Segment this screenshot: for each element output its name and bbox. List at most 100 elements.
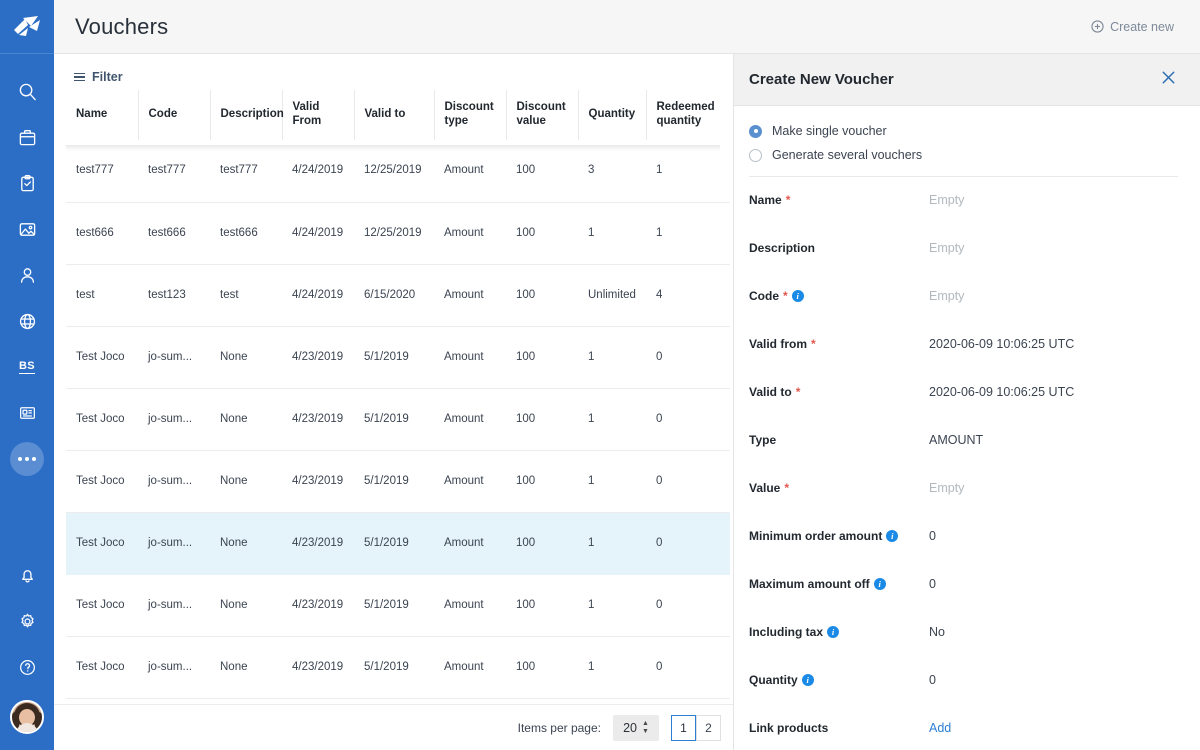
close-icon[interactable] xyxy=(1159,68,1178,92)
radio-generate-several-vouchers[interactable]: Generate several vouchers xyxy=(749,148,1178,162)
user-avatar[interactable] xyxy=(10,700,44,734)
info-icon[interactable]: i xyxy=(874,578,886,590)
cell-valid_to: 5/1/2019 xyxy=(354,326,434,388)
create-new-button[interactable]: Create new xyxy=(1091,20,1174,34)
cell-code: test666 xyxy=(138,202,210,264)
field-value-description[interactable]: Empty xyxy=(929,240,964,256)
cell-valid_from: 4/23/2019 xyxy=(282,326,354,388)
sidebar-item-search[interactable] xyxy=(0,68,54,114)
table-row[interactable]: Test Jocojo-sum...None4/23/20195/1/2019A… xyxy=(66,326,730,388)
field-value-link-products[interactable]: Add xyxy=(929,720,951,736)
cell-redeemed: 0 xyxy=(646,574,730,636)
field-value-valid-from[interactable]: 2020-06-09 10:06:25 UTC xyxy=(929,336,1074,352)
page-buttons: 1 2 xyxy=(671,715,721,741)
cell-discount_type: Amount xyxy=(434,512,506,574)
cell-code: jo-sum... xyxy=(138,388,210,450)
field-row-valid-from: Valid from * 2020-06-09 10:06:25 UTC xyxy=(749,321,1178,369)
field-label-text: Valid from xyxy=(749,336,807,352)
page-button-2[interactable]: 2 xyxy=(696,715,721,741)
cell-name: test666 xyxy=(66,202,138,264)
column-header-name[interactable]: Name xyxy=(66,90,138,140)
info-icon[interactable]: i xyxy=(886,530,898,542)
table-row[interactable]: Test Jocojo-sum...None4/23/20195/1/2019A… xyxy=(66,574,730,636)
info-icon[interactable]: i xyxy=(792,290,804,302)
cell-valid_from: 4/23/2019 xyxy=(282,388,354,450)
sidebar-item-storefront[interactable] xyxy=(0,390,54,436)
cell-discount_value: 100 xyxy=(506,388,578,450)
column-header-description[interactable]: Description xyxy=(210,90,282,140)
cell-name: Test Joco xyxy=(66,450,138,512)
column-header-redeemed-quantity[interactable]: Redeemed quantity xyxy=(646,90,730,140)
cell-redeemed: 0 xyxy=(646,388,730,450)
field-value-code[interactable]: Empty xyxy=(929,288,964,304)
table-row[interactable]: test666test666test6664/24/201912/25/2019… xyxy=(66,202,730,264)
info-icon[interactable]: i xyxy=(802,674,814,686)
table-row[interactable]: testtest123test4/24/20196/15/2020Amount1… xyxy=(66,264,730,326)
sidebar-item-settings[interactable] xyxy=(0,598,54,644)
column-header-quantity[interactable]: Quantity xyxy=(578,90,646,140)
table-row[interactable]: Test Jocojo-sum...None4/23/20195/1/2019A… xyxy=(66,512,730,574)
sidebar-item-brand[interactable]: BS xyxy=(0,344,54,390)
items-per-page-stepper[interactable]: 20 ▲▼ xyxy=(613,715,659,741)
column-header-valid-to[interactable]: Valid to xyxy=(354,90,434,140)
column-header-valid-from[interactable]: Valid From xyxy=(282,90,354,140)
radio-generate-several-vouchers-label: Generate several vouchers xyxy=(772,148,922,162)
field-label-text: Link products xyxy=(749,720,828,736)
field-value-minimum-order-amount[interactable]: 0 xyxy=(929,528,936,544)
table-row[interactable]: test777test777test7774/24/201912/25/2019… xyxy=(66,140,730,202)
column-header-discount-type[interactable]: Discount type xyxy=(434,90,506,140)
sidebar-item-notifications[interactable] xyxy=(0,552,54,598)
cell-code: jo-sum... xyxy=(138,574,210,636)
filter-button[interactable]: Filter xyxy=(74,70,123,84)
field-value-name[interactable]: Empty xyxy=(929,192,964,208)
image-icon xyxy=(18,220,37,239)
cell-valid_from: 4/24/2019 xyxy=(282,140,354,202)
items-per-page-label: Items per page: xyxy=(518,721,601,735)
sidebar-item-help[interactable] xyxy=(0,644,54,690)
field-value-valid-to[interactable]: 2020-06-09 10:06:25 UTC xyxy=(929,384,1074,400)
main-region: Vouchers Create new Filter xyxy=(54,0,1200,750)
cell-redeemed: 1 xyxy=(646,140,730,202)
radio-make-single-voucher[interactable]: Make single voucher xyxy=(749,124,1178,138)
field-row-value: Value*Empty xyxy=(749,465,1178,513)
field-label-description: Description xyxy=(749,240,929,256)
monitor-icon xyxy=(18,404,37,423)
field-row-name: Name*Empty xyxy=(749,177,1178,225)
sidebar-item-sites[interactable] xyxy=(0,298,54,344)
table-row[interactable]: Test Jocojo-sum...None4/23/20195/1/2019A… xyxy=(66,636,730,698)
field-value-quantity[interactable]: 0 xyxy=(929,672,936,688)
field-value-maximum-amount-off[interactable]: 0 xyxy=(929,576,936,592)
cell-code: jo-sum... xyxy=(138,450,210,512)
field-value-value[interactable]: Empty xyxy=(929,480,964,496)
field-label-text: Minimum order amount xyxy=(749,528,882,544)
field-value-type[interactable]: AMOUNT xyxy=(929,432,983,448)
sidebar: BS xyxy=(0,0,54,750)
sidebar-item-orders[interactable] xyxy=(0,160,54,206)
briefcase-icon xyxy=(18,128,37,147)
field-label-text: Name xyxy=(749,192,782,208)
cell-discount_value: 100 xyxy=(506,326,578,388)
cell-quantity: 1 xyxy=(578,388,646,450)
cell-description: None xyxy=(210,326,282,388)
table-row[interactable]: Test Jocojo-sum...None4/23/20195/1/2019A… xyxy=(66,450,730,512)
sidebar-item-more[interactable] xyxy=(0,436,54,482)
field-value-including-tax[interactable]: No xyxy=(929,624,945,640)
cell-redeemed: 4 xyxy=(646,264,730,326)
app-root: BS xyxy=(0,0,1200,750)
globe-icon xyxy=(18,312,37,331)
required-asterisk: * xyxy=(811,339,816,349)
sidebar-item-media[interactable] xyxy=(0,206,54,252)
sidebar-item-customers[interactable] xyxy=(0,252,54,298)
sidebar-item-catalog[interactable] xyxy=(0,114,54,160)
cell-name: test777 xyxy=(66,140,138,202)
panel-body: Make single voucher Generate several vou… xyxy=(734,106,1200,750)
cell-quantity: 1 xyxy=(578,202,646,264)
info-icon[interactable]: i xyxy=(827,626,839,638)
table-row[interactable]: Test Jocojo-sum...None4/23/20195/1/2019A… xyxy=(66,388,730,450)
page-button-1[interactable]: 1 xyxy=(671,715,696,741)
app-logo-icon[interactable] xyxy=(0,0,54,54)
column-header-code[interactable]: Code xyxy=(138,90,210,140)
field-label-valid-to: Valid to* xyxy=(749,384,929,400)
column-header-discount-value[interactable]: Discount value xyxy=(506,90,578,140)
spinner-arrows-icon: ▲▼ xyxy=(642,721,649,735)
